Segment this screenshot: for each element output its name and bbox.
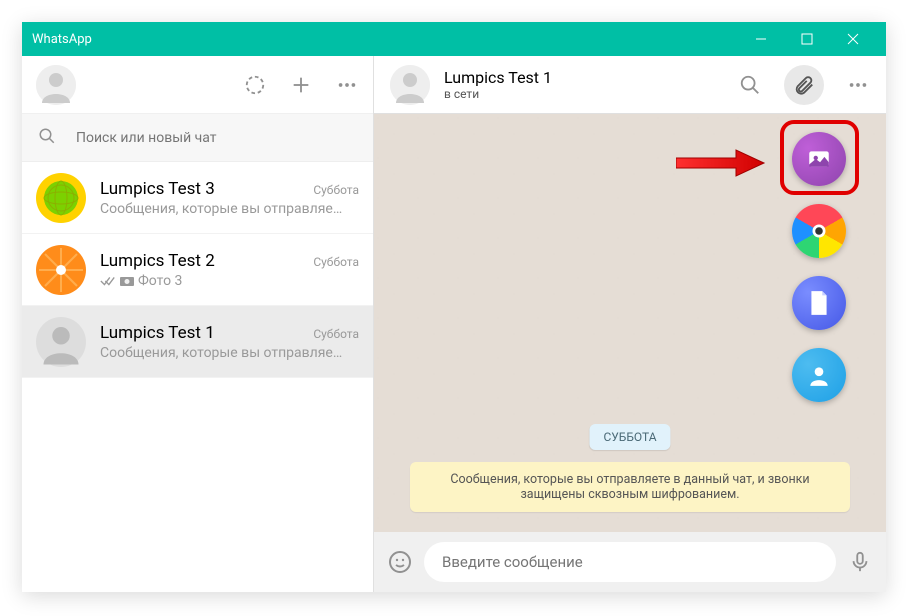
attach-menu	[792, 132, 846, 402]
close-button[interactable]	[830, 22, 876, 56]
chat-item[interactable]: Lumpics Test 3 Суббота Сообщения, которые…	[22, 162, 373, 234]
titlebar-title: WhatsApp	[32, 32, 738, 47]
header-actions	[738, 65, 870, 105]
sidebar-actions	[243, 73, 359, 97]
chat-info: Lumpics Test 1 Суббота Сообщения, которые…	[100, 323, 359, 361]
search-bar	[22, 114, 373, 162]
maximize-button[interactable]	[784, 22, 830, 56]
contact-avatar[interactable]	[390, 65, 430, 105]
chat-info: Lumpics Test 3 Суббота Сообщения, которые…	[100, 179, 359, 217]
contact-status: в сети	[444, 87, 738, 101]
header-info[interactable]: Lumpics Test 1 в сети	[444, 68, 738, 101]
chat-item-active[interactable]: Lumpics Test 1 Суббота Сообщения, которые…	[22, 306, 373, 378]
attach-contact-button[interactable]	[792, 348, 846, 402]
chat-avatar	[36, 317, 86, 367]
search-input[interactable]	[76, 130, 357, 146]
chat-menu-icon[interactable]	[846, 73, 870, 97]
chat-info: Lumpics Test 2 Суббота Фото 3	[100, 251, 359, 289]
attach-camera-button[interactable]	[792, 204, 846, 258]
chat-preview: Сообщения, которые вы отправляе…	[100, 201, 359, 217]
main-panel: Lumpics Test 1 в сети	[374, 56, 886, 592]
main-header: Lumpics Test 1 в сети	[374, 56, 886, 114]
app-window: WhatsApp	[22, 22, 886, 592]
attach-document-button[interactable]	[792, 276, 846, 330]
minimize-button[interactable]	[738, 22, 784, 56]
chat-area: СУББОТА Сообщения, которые вы отправляет…	[374, 114, 886, 532]
chat-preview-text: Фото 3	[138, 273, 182, 289]
titlebar: WhatsApp	[22, 22, 886, 56]
sidebar: Lumpics Test 3 Суббота Сообщения, которые…	[22, 56, 374, 592]
attach-icon[interactable]	[784, 65, 824, 105]
search-icon	[38, 127, 56, 149]
chat-item[interactable]: Lumpics Test 2 Суббота Фото 3	[22, 234, 373, 306]
status-icon[interactable]	[243, 73, 267, 97]
chat-avatar	[36, 245, 86, 295]
sidebar-header	[22, 56, 373, 114]
chat-time: Суббота	[313, 255, 359, 269]
chat-preview: Сообщения, которые вы отправляе…	[100, 345, 359, 361]
search-chat-icon[interactable]	[738, 73, 762, 97]
chat-list: Lumpics Test 3 Суббота Сообщения, которые…	[22, 162, 373, 592]
mic-icon[interactable]	[848, 550, 872, 574]
content: Lumpics Test 3 Суббота Сообщения, которые…	[22, 56, 886, 592]
attach-gallery-button[interactable]	[792, 132, 846, 186]
encryption-notice: Сообщения, которые вы отправляете в данн…	[410, 462, 850, 512]
user-avatar[interactable]	[36, 65, 76, 105]
menu-icon[interactable]	[335, 73, 359, 97]
chat-avatar	[36, 173, 86, 223]
annotation-arrow-icon	[676, 148, 766, 178]
chat-name: Lumpics Test 1	[100, 323, 215, 343]
chat-time: Суббота	[313, 327, 359, 341]
chat-preview: Фото 3	[100, 273, 359, 289]
chat-name: Lumpics Test 3	[100, 179, 215, 199]
camera-icon	[119, 275, 135, 287]
date-chip: СУББОТА	[589, 424, 670, 450]
chat-name: Lumpics Test 2	[100, 251, 215, 271]
double-check-icon	[100, 275, 116, 287]
message-input[interactable]	[424, 542, 836, 582]
emoji-icon[interactable]	[388, 550, 412, 574]
composer	[374, 532, 886, 592]
contact-name: Lumpics Test 1	[444, 68, 738, 87]
new-chat-icon[interactable]	[289, 73, 313, 97]
chat-time: Суббота	[313, 183, 359, 197]
